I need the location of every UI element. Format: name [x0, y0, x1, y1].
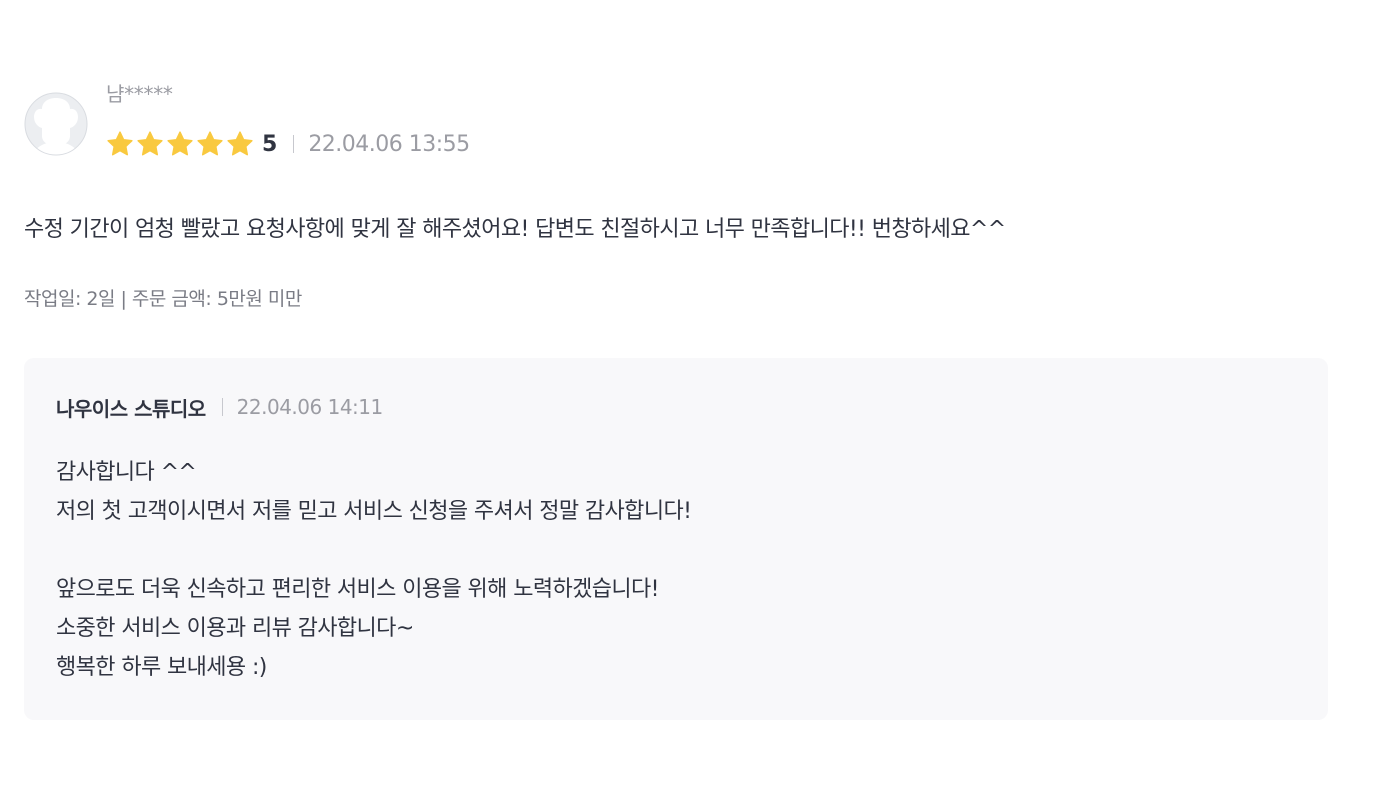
avatar: [24, 92, 88, 156]
reply-line: [56, 531, 691, 570]
star-icon: [137, 131, 163, 156]
star-icon: [107, 131, 133, 156]
review-date: 22.04.06 13:55: [308, 131, 470, 157]
reply-line: 행복한 하루 보내세용 :): [56, 655, 267, 680]
reply-line: 감사합니다 ^^: [56, 460, 197, 485]
review-content: 수정 기간이 엄청 빨랐고 요청사항에 맞게 잘 해주셨어요! 답변도 친절하시…: [24, 217, 1006, 242]
reply-date: 22.04.06 14:11: [236, 395, 384, 419]
divider: [293, 135, 295, 153]
work-info: 작업일: 2일 | 주문 금액: 5만원 미만: [24, 288, 302, 310]
rating-score: 5: [262, 131, 278, 157]
star-rating: [106, 130, 254, 158]
divider: [221, 398, 223, 416]
star-icon: [167, 131, 193, 156]
reply-body: 감사합니다 ^^ 저의 첫 고객이시면서 저를 믿고 서비스 신청을 주셔서 정…: [56, 453, 692, 687]
reply-line: 소중한 서비스 이용과 리뷰 감사합니다~: [56, 616, 414, 641]
reply-line: 저의 첫 고객이시면서 저를 믿고 서비스 신청을 주셔서 정말 감사합니다!: [56, 499, 692, 524]
seller-reply: 나우이스 스튜디오 22.04.06 14:11 감사합니다 ^^ 저의 첫 고…: [24, 358, 1328, 720]
default-user-avatar-icon: [24, 92, 88, 156]
reply-line: 앞으로도 더욱 신속하고 편리한 서비스 이용을 위해 노력하겠습니다!: [56, 577, 660, 602]
reply-author: 나우이스 스튜디오: [56, 396, 206, 421]
star-icon: [227, 131, 253, 156]
review-meta: 5 22.04.06 13:55: [106, 128, 470, 160]
reviewer-name: 냠*****: [106, 82, 173, 106]
reply-header: 나우이스 스튜디오 22.04.06 14:11: [56, 390, 383, 424]
star-icon: [197, 131, 223, 156]
